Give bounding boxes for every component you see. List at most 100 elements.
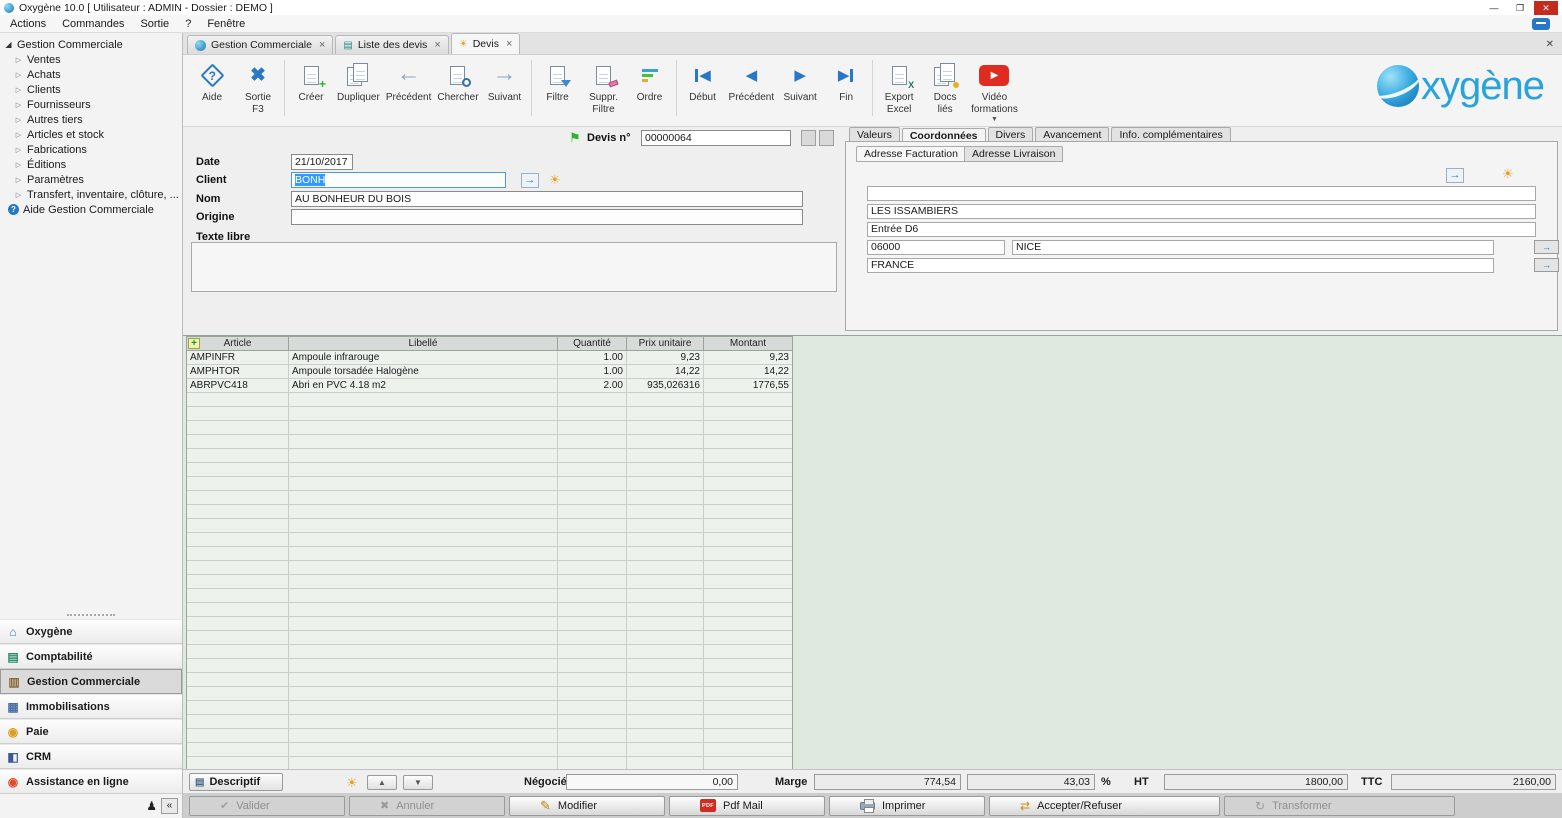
empty-cell[interactable] xyxy=(289,393,558,406)
empty-cell[interactable] xyxy=(704,547,792,560)
table-row[interactable] xyxy=(187,617,792,631)
empty-cell[interactable] xyxy=(187,729,289,742)
empty-cell[interactable] xyxy=(558,435,627,448)
empty-cell[interactable] xyxy=(187,743,289,756)
toolbar-docs-lies-button[interactable]: Docs liés xyxy=(922,58,968,115)
table-row[interactable] xyxy=(187,575,792,589)
module-comptabilite[interactable]: ▤Comptabilité xyxy=(0,644,182,669)
table-row[interactable] xyxy=(187,463,792,477)
menu-sortie[interactable]: Sortie xyxy=(132,16,177,32)
empty-cell[interactable] xyxy=(289,449,558,462)
empty-cell[interactable] xyxy=(704,603,792,616)
table-row[interactable] xyxy=(187,743,792,757)
table-row[interactable] xyxy=(187,505,792,519)
column-header-montant[interactable]: Montant xyxy=(704,337,792,350)
empty-cell[interactable] xyxy=(704,533,792,546)
cell-quantite[interactable]: 1.00 xyxy=(558,351,627,364)
toolbar-video-formations-button[interactable]: ▶ Vidéo formations ▼ xyxy=(968,58,1021,123)
tab-liste-des-devis[interactable]: ▤ Liste des devis × xyxy=(335,35,448,54)
toolbar-suivant-record-button[interactable]: → Suivant xyxy=(482,58,528,104)
menu-commandes[interactable]: Commandes xyxy=(54,16,132,32)
empty-cell[interactable] xyxy=(558,659,627,672)
empty-cell[interactable] xyxy=(704,449,792,462)
empty-cell[interactable] xyxy=(627,575,704,588)
empty-cell[interactable] xyxy=(289,617,558,630)
empty-cell[interactable] xyxy=(289,533,558,546)
cell-article[interactable]: ABRPVC418 xyxy=(187,379,289,392)
empty-cell[interactable] xyxy=(289,659,558,672)
empty-cell[interactable] xyxy=(627,477,704,490)
toolbar-suivant-nav-button[interactable]: ▶ Suivant xyxy=(777,58,823,104)
empty-cell[interactable] xyxy=(704,631,792,644)
empty-cell[interactable] xyxy=(558,533,627,546)
address-search-sun-icon[interactable]: ☀ xyxy=(1502,166,1514,182)
empty-cell[interactable] xyxy=(704,435,792,448)
sidebar-item-aide-gestion-commerciale[interactable]: ?Aide Gestion Commerciale xyxy=(4,202,180,217)
table-row[interactable] xyxy=(187,645,792,659)
cell-libelle[interactable]: Ampoule infrarouge xyxy=(289,351,558,364)
toolbar-chercher-button[interactable]: Chercher xyxy=(434,58,481,104)
menu-aide[interactable]: ? xyxy=(177,16,199,32)
sidebar-item-clients[interactable]: ▷Clients xyxy=(4,82,180,97)
tab-avancement[interactable]: Avancement xyxy=(1035,127,1109,142)
date-field[interactable]: 21/10/2017 xyxy=(291,154,353,170)
close-tab-icon[interactable]: × xyxy=(506,38,512,50)
modifier-button[interactable]: ✎ Modifier xyxy=(509,796,665,816)
empty-cell[interactable] xyxy=(187,491,289,504)
empty-cell[interactable] xyxy=(289,463,558,476)
empty-cell[interactable] xyxy=(627,393,704,406)
empty-cell[interactable] xyxy=(627,687,704,700)
empty-cell[interactable] xyxy=(289,645,558,658)
empty-cell[interactable] xyxy=(627,603,704,616)
table-row[interactable]: AMPHTOR Ampoule torsadée Halogène 1.00 1… xyxy=(187,365,792,379)
empty-cell[interactable] xyxy=(627,729,704,742)
empty-cell[interactable] xyxy=(289,673,558,686)
goto-address-icon[interactable]: → xyxy=(1446,168,1464,183)
devis-aux-button-2[interactable] xyxy=(819,130,834,146)
empty-cell[interactable] xyxy=(627,491,704,504)
cell-montant[interactable]: 1776,55 xyxy=(704,379,792,392)
cell-article[interactable]: AMPHTOR xyxy=(187,365,289,378)
nom-field[interactable]: AU BONHEUR DU BOIS xyxy=(291,191,803,207)
sidebar-item-fabrications[interactable]: ▷Fabrications xyxy=(4,142,180,157)
empty-cell[interactable] xyxy=(558,491,627,504)
cell-article[interactable]: AMPINFR xyxy=(187,351,289,364)
table-row[interactable]: AMPINFR Ampoule infrarouge 1.00 9,23 9,2… xyxy=(187,351,792,365)
empty-cell[interactable] xyxy=(187,463,289,476)
cell-libelle[interactable]: Abri en PVC 4.18 m2 xyxy=(289,379,558,392)
empty-cell[interactable] xyxy=(627,631,704,644)
empty-cell[interactable] xyxy=(187,631,289,644)
empty-cell[interactable] xyxy=(558,631,627,644)
empty-cell[interactable] xyxy=(289,631,558,644)
module-crm[interactable]: ◧CRM xyxy=(0,744,182,769)
cell-montant[interactable]: 9,23 xyxy=(704,351,792,364)
tree-root-gestion-commerciale[interactable]: ◢ Gestion Commerciale xyxy=(4,37,180,52)
empty-cell[interactable] xyxy=(704,673,792,686)
toolbar-fin-button[interactable]: ▶ Fin xyxy=(823,58,869,104)
empty-cell[interactable] xyxy=(704,561,792,574)
empty-cell[interactable] xyxy=(558,463,627,476)
empty-cell[interactable] xyxy=(558,575,627,588)
imprimer-button[interactable]: Imprimer xyxy=(829,796,985,816)
tab-adresse-livraison[interactable]: Adresse Livraison xyxy=(964,146,1063,162)
menu-fenetre[interactable]: Fenêtre xyxy=(199,16,253,32)
empty-cell[interactable] xyxy=(558,589,627,602)
table-row[interactable] xyxy=(187,729,792,743)
notification-icon[interactable] xyxy=(1532,18,1550,30)
empty-cell[interactable] xyxy=(627,519,704,532)
cell-prix-unitaire[interactable]: 9,23 xyxy=(627,351,704,364)
empty-cell[interactable] xyxy=(289,729,558,742)
empty-cell[interactable] xyxy=(289,505,558,518)
empty-cell[interactable] xyxy=(187,547,289,560)
country-lookup-button[interactable]: → xyxy=(1534,258,1559,272)
empty-cell[interactable] xyxy=(558,421,627,434)
toolbar-suppr-filtre-button[interactable]: Suppr. Filtre xyxy=(581,58,627,115)
empty-cell[interactable] xyxy=(187,659,289,672)
cell-prix-unitaire[interactable]: 935,026316 xyxy=(627,379,704,392)
empty-cell[interactable] xyxy=(704,519,792,532)
empty-cell[interactable] xyxy=(187,589,289,602)
table-row[interactable] xyxy=(187,673,792,687)
annuler-button[interactable]: ✖ Annuler xyxy=(349,796,505,816)
collapse-sidebar-button[interactable]: « xyxy=(161,798,178,814)
empty-cell[interactable] xyxy=(704,491,792,504)
